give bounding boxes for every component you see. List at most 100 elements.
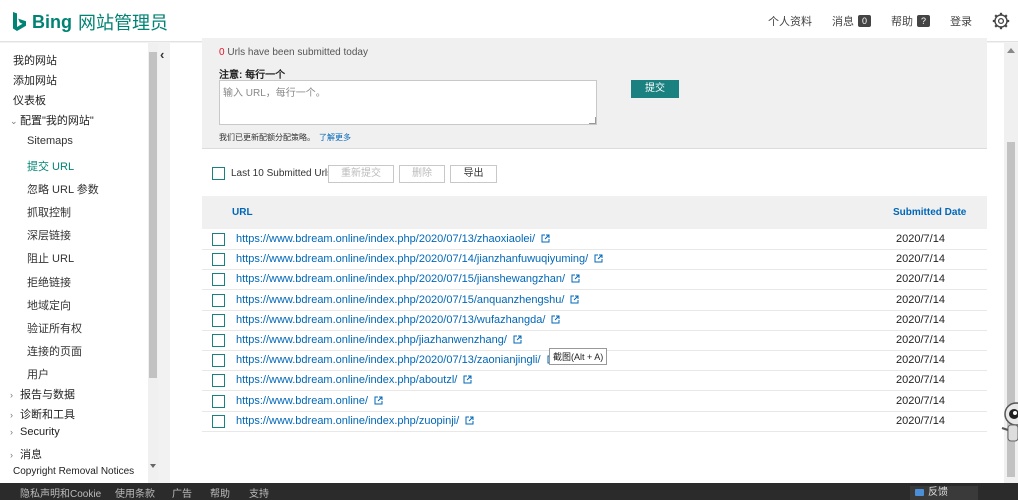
select-all-checkbox[interactable] (212, 167, 225, 180)
sidebar-item-security[interactable]: › Security (10, 426, 60, 438)
row-checkbox[interactable] (212, 273, 225, 287)
sidebar-scrollbar-thumb[interactable] (149, 52, 157, 378)
url-text: https://www.bdream.online/index.php/2020… (236, 273, 566, 286)
sidebar-item-disavow-links[interactable]: 拒绝链接 (27, 274, 71, 290)
row-checkbox[interactable] (212, 414, 225, 428)
external-link-icon[interactable] (551, 315, 560, 324)
sidebar-item-reports[interactable]: › 报告与数据 (10, 386, 75, 402)
submitted-date: 2020/7/14 (896, 253, 945, 266)
row-checkbox[interactable] (212, 394, 225, 408)
assistant-robot-icon[interactable] (996, 398, 1018, 448)
url-text: https://www.bdream.online/index.php/jiaz… (236, 334, 507, 346)
sidebar-item-diagnostics[interactable]: › 诊断和工具 (10, 406, 75, 422)
app-title: 网站管理员 (78, 13, 168, 33)
submit-button[interactable]: 提交 (631, 80, 679, 98)
sidebar-item-crawl-control[interactable]: 抓取控制 (27, 204, 71, 220)
sidebar-item-block-urls[interactable]: 阻止 URL (27, 250, 74, 266)
external-link-icon[interactable] (465, 416, 474, 425)
url-link[interactable]: https://www.bdream.online/ (236, 395, 383, 407)
note-label: 注意: 每行一个 (219, 70, 286, 81)
table-row: https://www.bdream.online/2020/7/14 (202, 392, 987, 412)
external-link-icon[interactable] (513, 335, 522, 344)
gear-icon[interactable] (992, 12, 1010, 30)
url-link[interactable]: https://www.bdream.online/index.php/2020… (236, 314, 560, 326)
url-link[interactable]: https://www.bdream.online/index.php/2020… (236, 354, 556, 366)
scroll-up-arrow-icon[interactable] (1007, 48, 1015, 53)
sidebar-item-dashboard[interactable]: 仪表板 (13, 92, 46, 108)
url-link[interactable]: https://www.bdream.online/index.php/2020… (236, 253, 603, 265)
sidebar-item-configure[interactable]: ⌄ 配置"我的网站" (10, 112, 94, 128)
submitted-date: 2020/7/14 (896, 394, 945, 407)
submission-status: 0 Urls have been submitted today (219, 47, 368, 58)
row-checkbox[interactable] (212, 233, 225, 246)
submitted-date: 2020/7/14 (896, 273, 945, 286)
row-checkbox[interactable] (212, 313, 225, 327)
learn-more-link[interactable]: 了解更多 (319, 133, 351, 142)
row-checkbox[interactable] (212, 374, 225, 388)
row-checkbox[interactable] (212, 334, 225, 347)
url-link[interactable]: https://www.bdream.online/index.php/abou… (236, 374, 472, 386)
sidebar-item-add-site[interactable]: 添加网站 (13, 72, 57, 88)
brand-name: Bing (32, 11, 72, 32)
sidebar-item-geo-targeting[interactable]: 地域定向 (27, 297, 71, 313)
sidebar-item-my-sites[interactable]: 我的网站 (13, 52, 57, 68)
sidebar-item-users[interactable]: 用户 (27, 366, 49, 382)
external-link-icon[interactable] (374, 396, 383, 405)
url-text: https://www.bdream.online/index.php/2020… (236, 313, 546, 326)
table-row: https://www.bdream.online/index.php/2020… (202, 230, 987, 250)
sidebar-item-connected-pages[interactable]: 连接的页面 (27, 343, 82, 359)
bing-logo[interactable]: Bing 网站管理员 (12, 9, 168, 35)
sidebar-item-messages[interactable]: › 消息 (10, 446, 42, 462)
sidebar-item-copyright[interactable]: Copyright Removal Notices (13, 466, 134, 477)
messages-count-badge: 0 (858, 15, 871, 27)
scroll-down-arrow-icon[interactable] (150, 464, 156, 468)
sidebar-item-sitemaps[interactable]: Sitemaps (27, 135, 73, 147)
sidebar-item-ignore-url-params[interactable]: 忽略 URL 参数 (27, 181, 99, 197)
external-link-icon[interactable] (463, 375, 472, 384)
footer-support-link[interactable]: 支持 (249, 485, 269, 500)
external-link-icon[interactable] (570, 295, 579, 304)
footer-terms-link[interactable]: 使用条款 (115, 485, 155, 500)
external-link-icon[interactable] (571, 274, 580, 283)
resubmit-button[interactable]: 重新提交 (328, 165, 394, 183)
chevron-right-icon: › (10, 450, 13, 460)
delete-button[interactable]: 删除 (399, 165, 445, 183)
quota-note: 我们已更新配额分配策略。 了解更多 (219, 132, 351, 143)
messages-label: 消息 (832, 16, 854, 28)
submitted-date: 2020/7/14 (896, 233, 945, 245)
url-text: https://www.bdream.online/ (236, 394, 369, 407)
submitted-status-text: Urls have been submitted today (224, 47, 368, 58)
sidebar-item-submit-url[interactable]: 提交 URL (27, 158, 74, 174)
url-link[interactable]: https://www.bdream.online/index.php/2020… (236, 294, 579, 306)
external-link-icon[interactable] (541, 234, 550, 243)
feedback-button[interactable]: 反馈 (910, 486, 978, 500)
row-checkbox[interactable] (212, 293, 225, 307)
row-checkbox[interactable] (212, 253, 225, 267)
messages-link[interactable]: 消息 0 (832, 13, 871, 29)
sidebar-item-verify-ownership[interactable]: 验证所有权 (27, 320, 82, 336)
quota-note-text: 我们已更新配额分配策略。 (219, 133, 315, 142)
external-link-icon[interactable] (594, 254, 603, 263)
url-link[interactable]: https://www.bdream.online/index.php/2020… (236, 233, 550, 245)
footer-help-link[interactable]: 帮助 (210, 485, 230, 500)
collapse-sidebar-icon[interactable]: ‹ (160, 47, 164, 62)
url-link[interactable]: https://www.bdream.online/index.php/jiaz… (236, 334, 522, 346)
footer-ads-link[interactable]: 广告 (172, 485, 192, 500)
export-button[interactable]: 导出 (450, 165, 497, 183)
row-checkbox[interactable] (212, 354, 225, 368)
resize-handle-icon[interactable] (589, 117, 596, 124)
url-text: https://www.bdream.online/index.php/zuop… (236, 414, 460, 427)
profile-link[interactable]: 个人资料 (768, 13, 812, 29)
chevron-down-icon: ⌄ (10, 116, 18, 126)
column-header-submitted-date[interactable]: Submitted Date (893, 207, 966, 218)
url-link[interactable]: https://www.bdream.online/index.php/2020… (236, 273, 580, 285)
login-link[interactable]: 登录 (950, 13, 972, 29)
sidebar-item-deep-links[interactable]: 深层链接 (27, 227, 71, 243)
table-header (202, 196, 987, 229)
help-link[interactable]: 帮助 ? (891, 13, 930, 29)
url-link[interactable]: https://www.bdream.online/index.php/zuop… (236, 415, 474, 427)
help-label: 帮助 (891, 16, 913, 28)
url-input[interactable] (219, 80, 597, 125)
footer-privacy-link[interactable]: 隐私声明和Cookie (20, 485, 101, 500)
column-header-url[interactable]: URL (232, 207, 253, 218)
